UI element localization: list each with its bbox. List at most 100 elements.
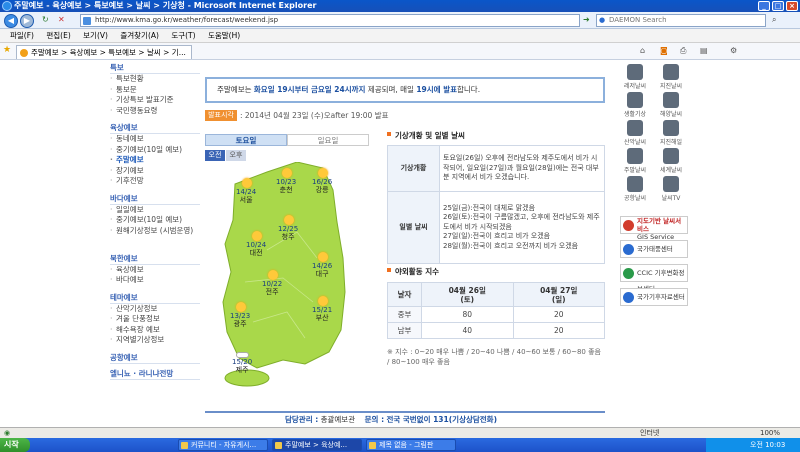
nav-section-sea[interactable]: 바다예보 <box>110 193 200 205</box>
taskbar-button-weekend[interactable]: 주말예보 > 육상예... <box>272 439 362 451</box>
nav-section-north[interactable]: 북한예보 <box>110 253 200 265</box>
weekend-icon[interactable]: 주말날씨 <box>618 146 652 176</box>
back-button[interactable]: ◀ <box>4 14 18 28</box>
nav-section-theme[interactable]: 테마예보 <box>110 292 200 304</box>
nav-section-elnino[interactable]: 엘니뇨 · 라니냐전망 <box>110 368 200 380</box>
nav-item-village[interactable]: 동네예보 <box>110 134 200 145</box>
city-cheongju[interactable]: 12/25 청주 <box>278 215 298 241</box>
typhoon-banner[interactable]: 국가태풍센터 <box>620 240 688 258</box>
nav-item-mountain[interactable]: 산악기상정보 <box>110 304 200 315</box>
nav-item-north-land[interactable]: 육상예보 <box>110 265 200 276</box>
manager-value: 총괄예보관 <box>320 415 356 424</box>
refresh-icon[interactable]: ↻ <box>42 15 49 24</box>
nav-item-sea-daily[interactable]: 일일예보 <box>110 205 200 216</box>
city-name: 제주 <box>235 366 249 374</box>
city-seoul[interactable]: 14/24 서울 <box>236 178 256 204</box>
earthquake-icon[interactable]: 지진날씨 <box>654 62 688 92</box>
forward-button[interactable]: ▶ <box>20 14 34 28</box>
gis-banner[interactable]: 지도기반 날씨서비스 GIS Service <box>620 216 688 241</box>
climate-data-banner[interactable]: 국가기후자료센터 <box>620 288 688 306</box>
city-gangneung[interactable]: 16/26 강릉 <box>312 168 332 194</box>
city-name: 강릉 <box>315 186 329 194</box>
city-chuncheon[interactable]: 10/23 춘천 <box>276 168 296 194</box>
city-temp: 10/22 <box>262 280 283 288</box>
row-value: 20 <box>512 306 605 323</box>
city-temp: 13/23 <box>230 312 251 320</box>
city-jeju[interactable]: 15/20 제주 <box>232 352 252 374</box>
nav-item-beach[interactable]: 해수욕장 예보 <box>110 325 200 336</box>
tab-saturday[interactable]: 토요일 <box>205 134 287 146</box>
go-button[interactable]: ➜ <box>583 15 590 24</box>
page-menu-icon[interactable]: ▤ <box>700 46 708 55</box>
world-icon[interactable]: 세계날씨 <box>654 146 688 176</box>
city-name: 청주 <box>281 233 295 241</box>
nav-item-longterm[interactable]: 장기예보 <box>110 166 200 177</box>
nav-item-regional[interactable]: 지역별기상정보 <box>110 335 200 346</box>
city-jeonju[interactable]: 10/22 전주 <box>262 270 282 296</box>
maximize-button[interactable]: □ <box>772 1 784 11</box>
nav-section-special[interactable]: 특보 <box>110 62 200 74</box>
nav-item-foliage[interactable]: 겨울 단풍정보 <box>110 314 200 325</box>
url-input[interactable]: http://www.kma.go.kr/weather/forecast/we… <box>80 14 580 27</box>
menu-tools[interactable]: 도구(T) <box>171 31 195 40</box>
tv-icon[interactable]: 날씨TV <box>654 174 688 204</box>
browser-tab[interactable]: 주말예보 > 육상예보 > 특보예보 > 날씨 > 기... <box>16 45 192 59</box>
daily-line: 27일(일):전국이 흐리고 비가 오겠음 <box>443 232 551 241</box>
city-gwangju[interactable]: 13/23 광주 <box>230 302 250 328</box>
left-navigation: 특보 특보현황 통보문 기상특보 발표기준 국민행동요령 육상예보 동네예보 중… <box>110 60 200 427</box>
nav-section-land[interactable]: 육상예보 <box>110 122 200 134</box>
city-temp: 16/26 <box>312 178 333 186</box>
mountain-icon[interactable]: 산악날씨 <box>618 118 652 148</box>
search-icon[interactable]: ⌕ <box>772 15 776 25</box>
menu-file[interactable]: 파일(F) <box>10 31 34 40</box>
menu-view[interactable]: 보기(V) <box>83 31 108 40</box>
tab-bar: ★ 주말예보 > 육상예보 > 특보예보 > 날씨 > 기... ⌂ ◙ ⎙ ▤… <box>0 43 800 60</box>
close-button[interactable]: × <box>786 1 798 11</box>
menu-edit[interactable]: 편집(E) <box>46 31 70 40</box>
home-icon[interactable]: ⌂ <box>640 46 645 55</box>
nav-item-offshore[interactable]: 원해기상정보 (시범운영) <box>110 226 200 247</box>
menu-help[interactable]: 도움말(H) <box>208 31 240 40</box>
nav-item-sea-midterm[interactable]: 중기예보(10일 예보) <box>110 215 200 226</box>
notice-box: 주말예보는 화요일 19시부터 금요일 24시까지 제공되며, 매일 19시에 … <box>205 77 605 103</box>
airport-icon[interactable]: 공항날씨 <box>618 174 652 204</box>
nav-item-climate[interactable]: 기후전망 <box>110 176 200 187</box>
nav-item-bulletin[interactable]: 통보문 <box>110 85 200 96</box>
sea-icon[interactable]: 해양날씨 <box>654 90 688 120</box>
nav-item-weekend[interactable]: 주말예보 <box>110 155 200 166</box>
tools-menu-icon[interactable]: ⚙ <box>730 46 737 55</box>
nav-item-special-status[interactable]: 특보현황 <box>110 74 200 85</box>
leisure-icon[interactable]: 레저날씨 <box>618 62 652 92</box>
city-busan[interactable]: 15/21 부산 <box>312 296 332 322</box>
ccic-banner[interactable]: CCIC 기후변화정보센터 <box>620 264 688 293</box>
nav-item-midterm[interactable]: 중기예보(10일 예보) <box>110 145 200 156</box>
nav-item-north-sea[interactable]: 바다예보 <box>110 275 200 286</box>
system-tray: 오전 10:03 <box>706 438 800 452</box>
print-icon[interactable]: ⎙ <box>680 46 686 56</box>
nav-item-guidelines[interactable]: 국민행동요령 <box>110 106 200 117</box>
address-toolbar: ◀ ▶ ↻ ✕ http://www.kma.go.kr/weather/for… <box>0 12 800 29</box>
zoom-level[interactable]: 100% <box>760 428 780 438</box>
life-icon[interactable]: 생활기상 <box>618 90 652 120</box>
wx-section-title: 기상개황 및 일별 날씨 <box>387 130 465 141</box>
content-footer: 담당관리 : 총괄예보관 문의 : 전국 국번없이 131(기상상담전화) <box>205 411 605 425</box>
am-button[interactable]: 오전 <box>205 150 225 161</box>
tsunami-icon[interactable]: 지진해일 <box>654 118 688 148</box>
minimize-button[interactable]: _ <box>758 1 770 11</box>
col-sat-day: (토) <box>460 294 475 304</box>
menu-favorites[interactable]: 즐겨찾기(A) <box>120 31 159 40</box>
city-daegu[interactable]: 14/26 대구 <box>312 252 332 278</box>
nav-item-criteria[interactable]: 기상특보 발표기준 <box>110 95 200 106</box>
nav-section-airport[interactable]: 공항예보 <box>110 352 200 364</box>
search-input[interactable]: ● DAEMON Search <box>596 14 766 27</box>
stop-icon[interactable]: ✕ <box>58 15 65 24</box>
city-daejeon[interactable]: 10/24 대전 <box>246 231 266 257</box>
favorites-star-icon[interactable]: ★ <box>3 45 11 55</box>
rss-icon[interactable]: ◙ <box>660 46 668 55</box>
start-button[interactable]: 시작 <box>0 438 30 452</box>
taskbar-button-paint[interactable]: 제목 없음 - 그림판 <box>366 439 456 451</box>
tab-sunday[interactable]: 일요일 <box>287 134 369 146</box>
partly-cloudy-icon <box>268 270 278 280</box>
pm-button[interactable]: 오후 <box>226 150 246 161</box>
taskbar-button-community[interactable]: 커뮤니티 - 자유게시... <box>178 439 268 451</box>
